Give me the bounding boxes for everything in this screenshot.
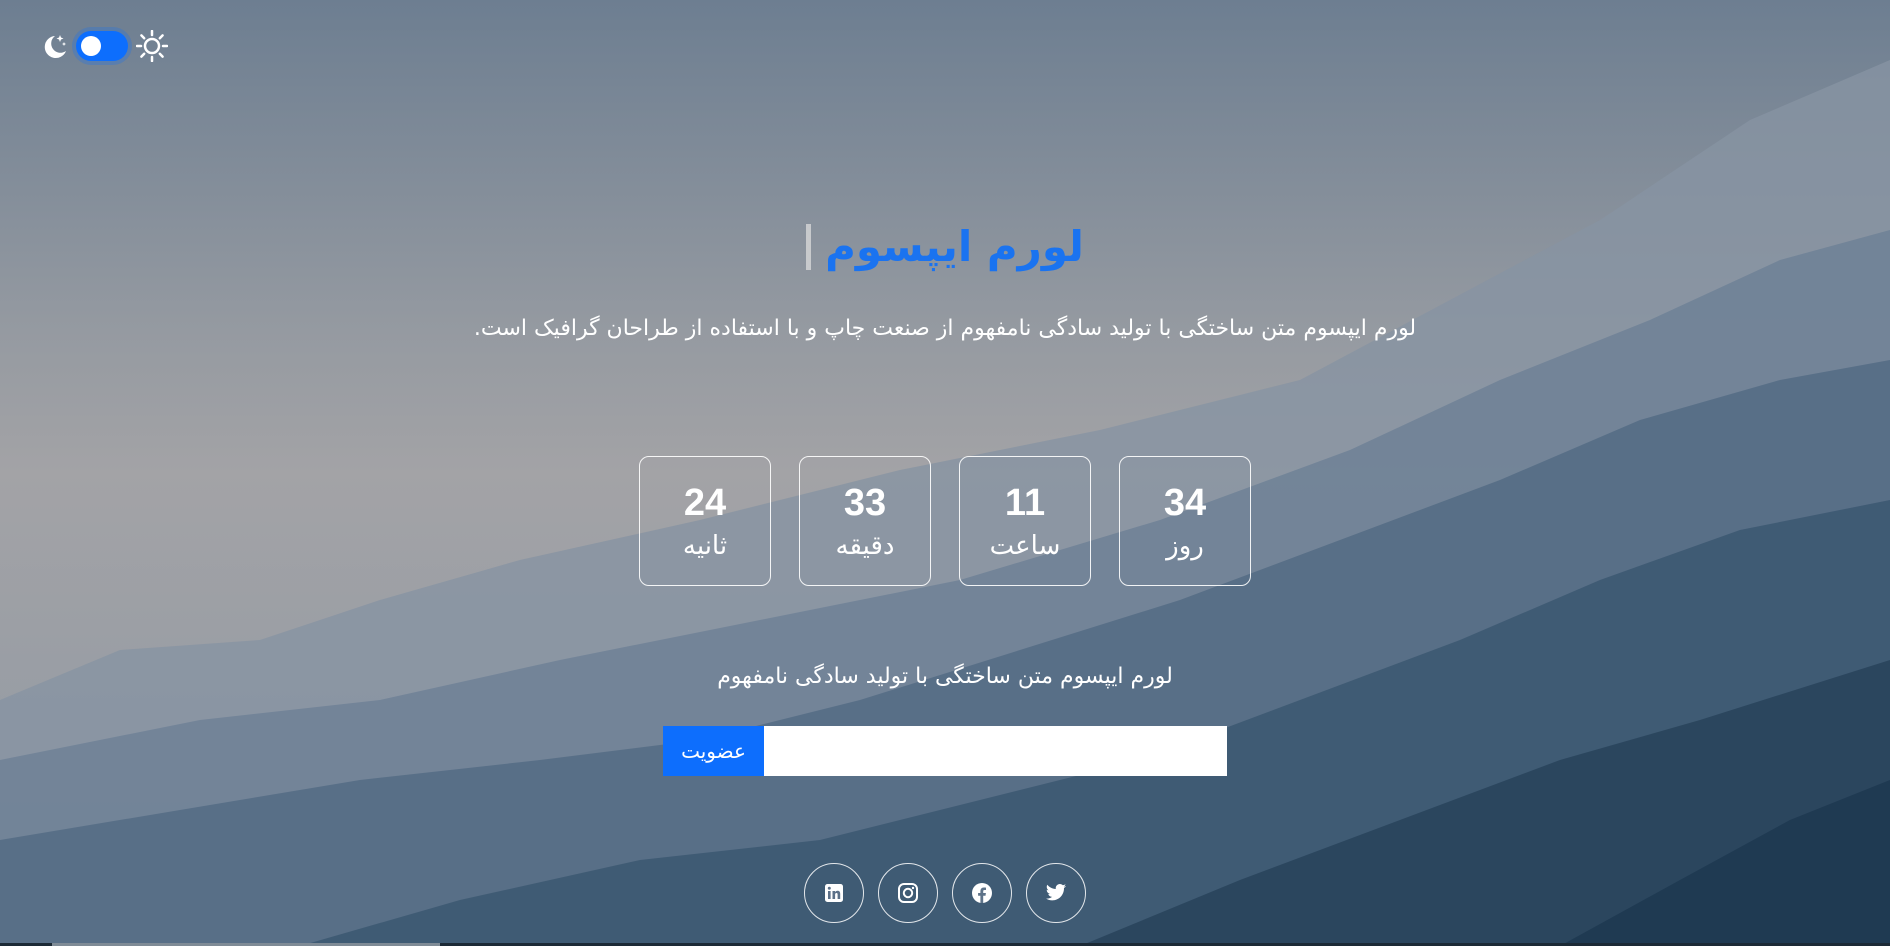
countdown-label: ثانیه bbox=[682, 531, 728, 561]
countdown-value: 11 bbox=[1004, 482, 1046, 524]
countdown: 34 روز 11 ساعت 33 دقیقه 24 ثانیه bbox=[0, 456, 1890, 586]
page-title: لورم ایپسوم bbox=[825, 222, 1084, 271]
countdown-minutes: 33 دقیقه bbox=[799, 456, 931, 586]
subscribe-button[interactable]: عضویت bbox=[663, 726, 764, 776]
facebook-icon bbox=[972, 883, 992, 903]
email-input[interactable] bbox=[764, 726, 1227, 776]
newsletter-form: عضویت bbox=[663, 726, 1227, 776]
linkedin-link[interactable] bbox=[804, 863, 864, 923]
countdown-days: 34 روز bbox=[1119, 456, 1251, 586]
hero-subtitle: لورم ایپسوم متن ساختگی با تولید سادگی نا… bbox=[473, 316, 1417, 341]
countdown-value: 34 bbox=[1163, 482, 1207, 524]
countdown-label: روز bbox=[1166, 531, 1204, 561]
twitter-link[interactable] bbox=[1026, 863, 1086, 923]
countdown-seconds: 24 ثانیه bbox=[639, 456, 771, 586]
main-content: لورم ایپسوم لورم ایپسوم متن ساختگی با تو… bbox=[0, 0, 1890, 946]
countdown-label: ساعت bbox=[989, 531, 1061, 561]
typing-cursor bbox=[806, 223, 812, 270]
countdown-label: دقیقه bbox=[835, 531, 895, 561]
twitter-icon bbox=[1045, 884, 1067, 901]
countdown-hours: 11 ساعت bbox=[959, 456, 1091, 586]
countdown-value: 33 bbox=[843, 482, 887, 524]
facebook-link[interactable] bbox=[952, 863, 1012, 923]
newsletter-note: لورم ایپسوم متن ساختگی با تولید سادگی نا… bbox=[717, 664, 1173, 689]
page-background: لورم ایپسوم لورم ایپسوم متن ساختگی با تو… bbox=[0, 0, 1890, 946]
instagram-icon bbox=[898, 883, 918, 903]
linkedin-icon bbox=[825, 884, 843, 902]
instagram-link[interactable] bbox=[878, 863, 938, 923]
hero-title-row: لورم ایپسوم bbox=[0, 222, 1890, 271]
countdown-value: 24 bbox=[683, 482, 727, 524]
social-links bbox=[0, 863, 1890, 923]
